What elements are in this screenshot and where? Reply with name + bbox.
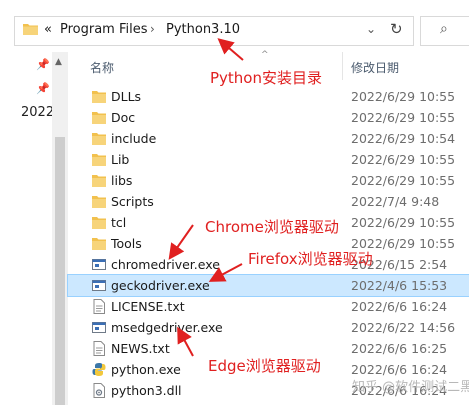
file-date: 2022/4/6 15:53 [351,278,448,293]
folder-icon [92,173,106,188]
file-date: 2022/6/29 10:55 [351,215,456,230]
annotation-chrome: Chrome浏览器驱动 [205,218,339,236]
folder-icon [92,131,106,146]
scroll-up-icon[interactable]: ▲ [55,57,62,67]
breadcrumb-python310[interactable]: Python3.10 [166,22,240,37]
file-name: DLLs [111,89,142,104]
file-date: 2022/6/29 10:55 [351,89,456,104]
file-name: geckodriver.exe [111,278,210,293]
file-name: Tools [111,236,142,251]
file-date: 2022/6/6 16:24 [351,362,448,377]
exe-file-icon [92,278,106,293]
file-row[interactable]: include 2022/6/29 10:54 [68,128,469,149]
folder-icon [92,236,106,251]
text-file-icon [92,341,106,356]
column-header-date[interactable]: 修改日期 [351,59,399,76]
pin-icon[interactable]: 📌 [36,58,50,71]
scrollbar-thumb[interactable] [55,137,65,405]
refresh-icon[interactable]: ↻ [390,20,403,38]
folder-icon [92,89,106,104]
folder-icon [92,110,106,125]
file-name: python3.dll [111,383,182,398]
column-divider[interactable] [342,52,343,80]
breadcrumb-chevron-icon[interactable]: › [150,22,155,36]
file-row[interactable]: geckodriver.exe 2022/4/6 15:53 [67,274,469,297]
file-name: python.exe [111,362,181,377]
annotation-edge: Edge浏览器驱动 [208,357,321,375]
file-date: 2022/6/29 10:55 [351,110,456,125]
address-dropdown-icon[interactable]: ⌄ [366,22,376,36]
file-name: chromedriver.exe [111,257,220,272]
file-name: Doc [111,110,136,125]
dll-file-icon [92,383,106,398]
address-bar: « Program Files › Python3.10 ⌄ ↻ ⌕ [0,0,469,52]
file-row[interactable]: Doc 2022/6/29 10:55 [68,107,469,128]
pin-icon[interactable]: 📌 [36,82,50,95]
file-date: 2022/6/29 10:55 [351,173,456,188]
back-history-icon[interactable]: « [44,22,52,37]
file-date: 2022/6/29 10:54 [351,131,456,146]
file-date: 2022/6/6 16:25 [351,341,448,356]
annotation-firefox: Firefox浏览器驱动 [248,250,373,268]
folder-icon [92,215,106,230]
folder-icon [23,24,38,35]
file-row[interactable]: msedgedriver.exe 2022/6/22 14:56 [68,317,469,338]
column-header-name[interactable]: 名称 [90,59,114,76]
file-row[interactable]: libs 2022/6/29 10:55 [68,170,469,191]
file-name: Lib [111,152,130,167]
breadcrumb-program-files[interactable]: Program Files [60,22,148,37]
file-date: 2022/6/22 14:56 [351,320,456,335]
nav-scrollbar[interactable]: ▲ [52,52,68,405]
file-date: 2022/7/4 9:48 [351,194,440,209]
file-row[interactable]: Scripts 2022/7/4 9:48 [68,191,469,212]
file-date: 2022/6/29 10:55 [351,152,456,167]
text-file-icon [92,299,106,314]
exe-file-icon [92,257,106,272]
file-name: tcl [111,215,127,230]
watermark: 知乎 @软件测试二黑 [352,380,469,395]
sort-indicator-icon: ^ [261,50,269,60]
file-name: LICENSE.txt [111,299,185,314]
file-date: 2022/6/6 16:24 [351,299,448,314]
file-row[interactable]: LICENSE.txt 2022/6/6 16:24 [68,296,469,317]
file-name: include [111,131,157,146]
file-row[interactable]: DLLs 2022/6/29 10:55 [68,86,469,107]
folder-icon [92,194,106,209]
file-name: NEWS.txt [111,341,170,356]
python-icon [92,362,106,377]
file-name: libs [111,173,133,188]
folder-icon [92,152,106,167]
file-name: Scripts [111,194,154,209]
file-row[interactable]: Lib 2022/6/29 10:55 [68,149,469,170]
annotation-python-dir: Python安装目录 [210,69,322,87]
file-name: msedgedriver.exe [111,320,223,335]
exe-file-icon [92,320,106,335]
search-icon[interactable]: ⌕ [440,21,448,37]
